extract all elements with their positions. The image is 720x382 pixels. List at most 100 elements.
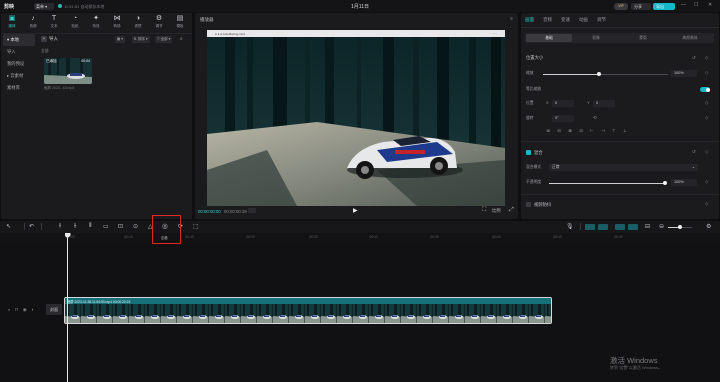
flip-h-icon[interactable]: ⊤	[609, 128, 619, 134]
maximize-icon[interactable]: ☐	[694, 2, 698, 8]
rotate-stepper-icon[interactable]: ⟲	[593, 115, 597, 121]
fullscreen-icon[interactable]: ⤢	[509, 207, 514, 214]
scale-slider-knob[interactable]	[597, 72, 602, 77]
main-track-magnet-icon[interactable]	[585, 223, 595, 230]
tool-sticker[interactable]: ◔ 贴纸	[66, 14, 84, 32]
zoom-out-icon[interactable]: ⊖	[659, 223, 664, 230]
stabilize-checkbox[interactable]	[526, 202, 531, 207]
keyframe-icon[interactable]: ◇	[705, 55, 708, 61]
subtab-basic[interactable]: 基础	[526, 34, 572, 42]
tab-speed[interactable]: 变速	[561, 17, 570, 23]
tab-animation[interactable]: 动画	[579, 17, 588, 23]
side-item-import[interactable]: 导入	[3, 46, 35, 58]
opacity-slider[interactable]	[549, 181, 667, 186]
zoom-fit-icon[interactable]: ⊟	[645, 223, 650, 230]
scale-value[interactable]: 100%	[671, 70, 697, 77]
crop-handle-tl[interactable]	[207, 36, 211, 41]
keyframe-icon[interactable]: ◇	[705, 100, 708, 106]
position-y-field[interactable]: 0	[593, 100, 615, 107]
timeline-ruler[interactable]: 00:00 |00:10 |00:15 |00:20 |00:25 |00:30…	[0, 233, 720, 243]
select-tool-icon[interactable]: ↖	[6, 223, 11, 230]
view-toggle[interactable]: ▦ ▾	[115, 36, 126, 43]
import-button[interactable]: + 导入	[41, 36, 58, 42]
split-icon[interactable]: ⫲	[59, 223, 61, 230]
cover-button[interactable]: 封面	[46, 304, 62, 315]
keyframe-icon[interactable]: ◇	[705, 70, 708, 76]
split-left-icon[interactable]: ⫳	[74, 223, 76, 230]
media-item-thumbnail[interactable]: 已添加 00:04	[44, 58, 92, 84]
subtab-mask[interactable]: 蒙版	[620, 34, 666, 42]
speaker-icon[interactable]: ◖	[31, 307, 34, 312]
keyframe-icon[interactable]: ◇	[705, 149, 708, 155]
keyframe-icon[interactable]: ◇	[705, 201, 708, 207]
position-x-field[interactable]: 0	[552, 100, 574, 107]
tab-audio[interactable]: 音频	[543, 17, 552, 23]
adjust-size-icon[interactable]: ⬚	[193, 223, 199, 230]
share-button[interactable]: 分享	[631, 2, 651, 10]
flip-v-icon[interactable]: ⊥	[620, 128, 630, 134]
zoom-slider-knob[interactable]	[678, 225, 682, 230]
tool-audio[interactable]: ♪ 音频	[24, 14, 42, 32]
align-center-h-icon[interactable]: ⊟	[554, 128, 564, 134]
align-center-v-icon[interactable]: ⊢	[587, 128, 597, 134]
minimize-icon[interactable]: —	[681, 2, 686, 8]
rotate-field[interactable]: 0°	[552, 115, 574, 122]
subtab-beauty[interactable]: 美颜美体	[667, 34, 713, 42]
menu-button[interactable]: 菜单 ▾	[34, 2, 54, 10]
uniform-scale-toggle[interactable]	[700, 87, 710, 92]
tool-media[interactable]: ▣ 媒体	[3, 14, 21, 32]
vip-badge[interactable]: VIP	[614, 2, 628, 10]
tool-filter[interactable]: ◑ 滤镜	[129, 14, 147, 32]
settings-icon[interactable]: ⚙	[706, 223, 711, 230]
align-top-icon[interactable]: ⊡	[576, 128, 586, 134]
side-item-cloud[interactable]: ▸ 云素材	[3, 70, 35, 82]
tab-video[interactable]: 画面	[525, 17, 534, 23]
video-clip[interactable]: 截屏 2023-11-28 11:54:53.mp4 00:00:20:23	[64, 297, 552, 324]
reverse-icon[interactable]: ⊙	[133, 223, 138, 230]
preview-axis-icon[interactable]	[628, 223, 638, 230]
auto-snap-icon[interactable]	[598, 223, 608, 230]
tool-effects[interactable]: ✦ 特效	[87, 14, 105, 32]
player-menu-icon[interactable]: ≡	[510, 16, 513, 22]
opacity-value[interactable]: 100%	[671, 179, 697, 186]
align-right-icon[interactable]: ⊠	[565, 128, 575, 134]
filter-dropdown[interactable]: ▽ 全部 ▾	[155, 36, 173, 43]
lock-icon[interactable]: ⊓	[15, 307, 19, 312]
quality-toggle[interactable]	[248, 208, 256, 213]
linkage-icon[interactable]	[615, 223, 625, 230]
undo-icon[interactable]: ↶	[29, 223, 34, 230]
keyframe-icon[interactable]: ◇	[705, 179, 708, 185]
crop-handle-tr[interactable]	[501, 36, 505, 41]
play-icon[interactable]: ▶	[353, 207, 358, 214]
tool-transition[interactable]: ⋈ 转场	[108, 14, 126, 32]
blend-checkbox[interactable]	[526, 150, 531, 155]
keyframe-icon[interactable]: ◇	[705, 115, 708, 121]
ratio-button[interactable]: 比例	[492, 208, 501, 214]
reset-icon[interactable]: ↺	[692, 149, 696, 155]
crop-handle-bl[interactable]	[207, 202, 211, 206]
zoom-slider[interactable]	[668, 225, 692, 230]
reset-icon[interactable]: ↺	[692, 55, 696, 61]
side-item-local[interactable]: ▾ 本地	[3, 34, 35, 46]
export-button[interactable]: 导出	[653, 2, 675, 10]
microphone-icon[interactable]: 🎙	[566, 223, 574, 230]
search-icon[interactable]: ⌕	[178, 36, 185, 43]
split-right-icon[interactable]: ⫴	[89, 223, 92, 230]
track-hide-icon[interactable]: ◐	[8, 307, 11, 312]
blend-mode-select[interactable]: 正常 ⌄	[549, 164, 698, 171]
tool-template[interactable]: ▤ 模板	[171, 14, 189, 32]
eye-icon[interactable]: ◉	[23, 307, 27, 312]
subtab-cutout[interactable]: 抠像	[573, 34, 619, 42]
side-item-presets[interactable]: 我的预设	[3, 58, 35, 70]
video-preview[interactable]: ● ● ● AutoRacing.mp4 ⋯	[207, 30, 505, 206]
sort-dropdown[interactable]: ⇅ 排序 ▾	[132, 36, 150, 43]
opacity-slider-knob[interactable]	[663, 181, 667, 186]
scale-slider[interactable]	[543, 72, 668, 77]
crop-icon[interactable]: ⊡	[118, 223, 123, 230]
tool-text[interactable]: T 文本	[45, 14, 63, 32]
playhead[interactable]	[67, 233, 68, 382]
side-item-library[interactable]: 素材库	[3, 82, 35, 94]
tab-adjust[interactable]: 调节	[597, 17, 606, 23]
close-icon[interactable]: ✕	[708, 2, 712, 8]
fit-screen-icon[interactable]: ⛶	[482, 207, 486, 214]
